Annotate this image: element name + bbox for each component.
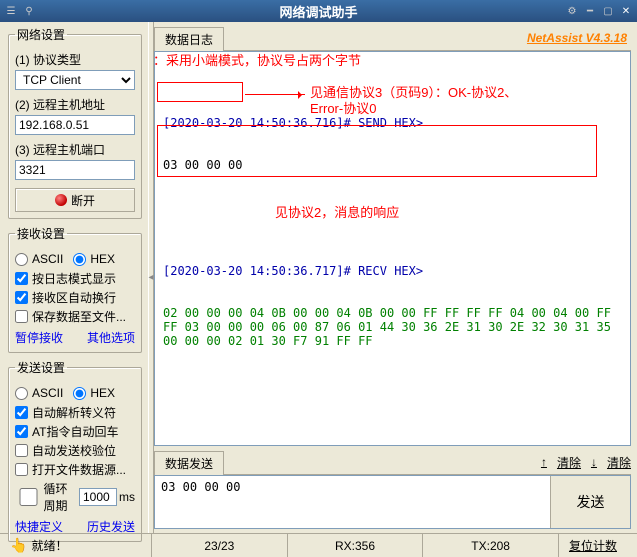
send-opt-file[interactable]: 打开文件数据源... [15, 461, 135, 478]
annotation-protocol: 协议：采用小端模式，协议号占两个字节 [154, 51, 361, 69]
status-rx: RX:356 [288, 534, 424, 557]
loop-checkbox[interactable] [15, 488, 42, 506]
status-ready: 就绪！ [31, 537, 67, 554]
send-hex-radio[interactable]: HEX [73, 386, 115, 400]
loop-period-input[interactable] [79, 488, 117, 506]
recv-settings-group: 接收设置 ASCII HEX 按日志模式显示 接收区自动换行 保存数据至文件..… [8, 225, 142, 353]
status-count: 23/23 [152, 534, 288, 557]
window-title: 网络调试助手 [279, 2, 357, 21]
send-ascii-radio[interactable]: ASCII [15, 386, 63, 400]
send-input[interactable]: 03 00 00 00 [155, 476, 550, 528]
brand-label[interactable]: NetAssist V4.3.18 [527, 31, 631, 45]
recv-meta: [2020-03-20 14:50:36.717]# RECV HEX> [163, 264, 622, 278]
pause-recv-link[interactable]: 暂停接收 [15, 329, 63, 346]
protocol-label: (1) 协议类型 [15, 51, 135, 68]
log-tab-header: 数据日志 NetAssist V4.3.18 [154, 26, 631, 51]
recv-ascii-radio[interactable]: ASCII [15, 252, 63, 266]
send-settings-legend: 发送设置 [15, 359, 67, 376]
network-settings-group: 网络设置 (1) 协议类型 TCP Client (2) 远程主机地址 (3) … [8, 26, 142, 219]
redbox-send [157, 82, 243, 102]
recv-settings-legend: 接收设置 [15, 225, 67, 242]
other-options-link[interactable]: 其他选项 [87, 329, 135, 346]
settings-icon[interactable]: ⚙ [565, 4, 579, 18]
network-settings-legend: 网络设置 [15, 26, 67, 43]
clear-recv-link[interactable]: 清除 [557, 454, 581, 471]
host-input[interactable] [15, 115, 135, 135]
nav-next-button[interactable]: ↓ [591, 455, 597, 469]
minimize-icon[interactable]: ━ [583, 4, 597, 18]
reset-count-link[interactable]: 复位计数 [559, 534, 637, 557]
right-panel: 数据日志 NetAssist V4.3.18 协议：采用小端模式，协议号占两个字… [154, 22, 637, 533]
quick-define-link[interactable]: 快捷定义 [15, 518, 63, 535]
send-area: 03 00 00 00 发送 [154, 475, 631, 529]
status-bar: 👆 就绪！ 23/23 RX:356 TX:208 复位计数 [0, 533, 637, 557]
title-bar: ☰ ⚲ 网络调试助手 ⚙ ━ ▢ ✕ [0, 0, 637, 22]
pointer-icon: 👆 [10, 537, 27, 554]
protocol-select[interactable]: TCP Client [15, 70, 135, 90]
pin-icon[interactable]: ⚲ [22, 4, 36, 18]
send-opt-escape[interactable]: 自动解析转义符 [15, 404, 135, 421]
history-send-link[interactable]: 历史发送 [87, 518, 135, 535]
send-tab-header: 数据发送 ↑ 清除 ↓ 清除 [154, 450, 631, 475]
port-label: (3) 远程主机端口 [15, 141, 135, 158]
send-button[interactable]: 发送 [550, 476, 630, 528]
redbox-recv [157, 125, 597, 177]
close-icon[interactable]: ✕ [619, 4, 633, 18]
send-loop-row: 循环周期 ms [15, 480, 135, 514]
left-panel: 网络设置 (1) 协议类型 TCP Client (2) 远程主机地址 (3) … [0, 22, 148, 533]
clear-send-link[interactable]: 清除 [607, 454, 631, 471]
send-opt-checksum[interactable]: 自动发送校验位 [15, 442, 135, 459]
record-icon [55, 194, 67, 206]
maximize-icon[interactable]: ▢ [601, 4, 615, 18]
port-input[interactable] [15, 160, 135, 180]
arrow-1 [245, 94, 305, 95]
status-tx: TX:208 [423, 534, 559, 557]
recv-opt-logmode[interactable]: 按日志模式显示 [15, 270, 135, 287]
log-area[interactable]: 协议：采用小端模式，协议号占两个字节 [2020-03-20 14:50:36.… [154, 51, 631, 446]
annotation-response: 见协议2，消息的响应 [275, 202, 399, 221]
tab-datalog[interactable]: 数据日志 [154, 27, 224, 51]
recv-opt-autowrap[interactable]: 接收区自动换行 [15, 289, 135, 306]
recv-opt-savefile[interactable]: 保存数据至文件... [15, 308, 135, 325]
annotation-error: Error-协议0 [310, 98, 376, 117]
menu-icon[interactable]: ☰ [4, 4, 18, 18]
recv-hex-radio[interactable]: HEX [73, 252, 115, 266]
nav-prev-button[interactable]: ↑ [541, 455, 547, 469]
recv-hex: 02 00 00 00 04 0B 00 00 04 0B 00 00 FF F… [163, 306, 622, 348]
send-opt-at[interactable]: AT指令自动回车 [15, 423, 135, 440]
disconnect-button[interactable]: 断开 [15, 188, 135, 212]
host-label: (2) 远程主机地址 [15, 96, 135, 113]
send-settings-group: 发送设置 ASCII HEX 自动解析转义符 AT指令自动回车 自动发送校验位 … [8, 359, 142, 542]
annotation-ok: 见通信协议3（页码9）：OK-协议2、 [310, 82, 517, 101]
tab-datasend[interactable]: 数据发送 [154, 451, 224, 475]
